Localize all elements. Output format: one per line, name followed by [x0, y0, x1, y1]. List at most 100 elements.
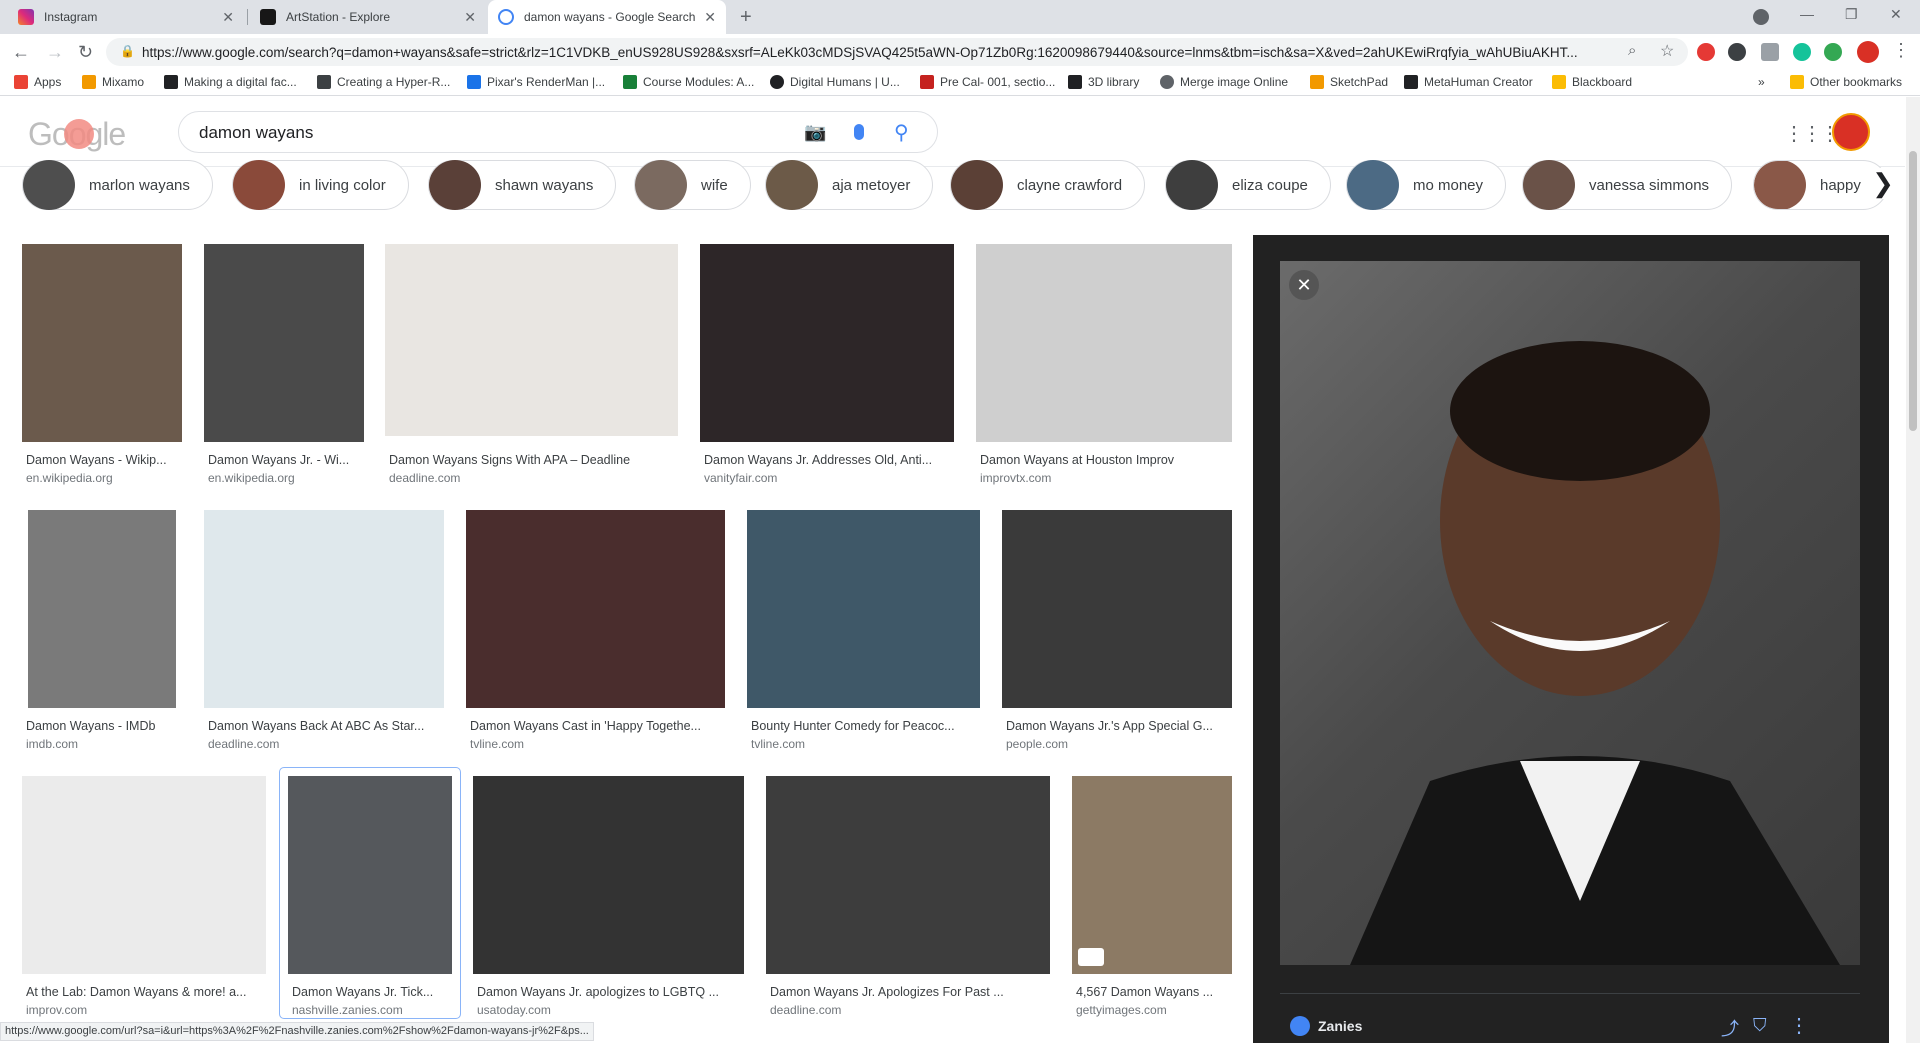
- result-card[interactable]: At the Lab: Damon Wayans & more! a... im…: [22, 776, 266, 1017]
- microphone-icon[interactable]: [854, 124, 864, 140]
- bookmark-sketchpad[interactable]: SketchPad: [1310, 75, 1388, 89]
- result-card[interactable]: Damon Wayans Jr.'s App Special G... peop…: [1002, 510, 1232, 751]
- search-icon[interactable]: ⚲: [894, 120, 909, 145]
- result-image[interactable]: [466, 510, 725, 708]
- result-title[interactable]: 4,567 Damon Wayans ...: [1076, 985, 1232, 999]
- chip-vanessa-simmons[interactable]: vanessa simmons: [1522, 160, 1733, 210]
- result-image[interactable]: [747, 510, 980, 708]
- result-image[interactable]: [766, 776, 1050, 974]
- tab-search-icon[interactable]: [1753, 9, 1769, 25]
- address-bar[interactable]: 🔒 https://www.google.com/search?q=damon+…: [106, 38, 1688, 66]
- result-card[interactable]: Damon Wayans Jr. Apologizes For Past ...…: [766, 776, 1050, 1017]
- result-title[interactable]: Damon Wayans Jr. Tick...: [292, 985, 452, 999]
- new-tab-icon[interactable]: +: [740, 6, 752, 29]
- close-tab-icon[interactable]: ✕: [704, 9, 716, 26]
- result-card[interactable]: Damon Wayans - IMDb imdb.com: [26, 510, 183, 751]
- result-image[interactable]: [204, 510, 444, 708]
- result-card[interactable]: Damon Wayans Signs With APA – Deadline d…: [385, 244, 679, 485]
- result-card[interactable]: Damon Wayans - Wikip... en.wikipedia.org: [22, 244, 182, 485]
- result-image[interactable]: [204, 244, 364, 442]
- result-image[interactable]: [473, 776, 744, 974]
- preview-image[interactable]: [1280, 261, 1860, 965]
- result-image[interactable]: [976, 244, 1232, 442]
- bookmark-3d-library[interactable]: 3D library: [1068, 75, 1139, 89]
- close-tab-icon[interactable]: ✕: [464, 9, 476, 26]
- camera-icon[interactable]: 📷: [804, 122, 826, 143]
- result-card[interactable]: Damon Wayans at Houston Improv improvtx.…: [976, 244, 1232, 485]
- profile-avatar[interactable]: [1857, 41, 1879, 63]
- result-image[interactable]: [22, 776, 266, 974]
- preview-source[interactable]: Zanies: [1280, 1011, 1362, 1041]
- grammarly-icon[interactable]: [1793, 43, 1811, 61]
- bookmark-digital-humans[interactable]: Digital Humans | U...: [770, 75, 900, 89]
- bookmark-star-icon[interactable]: ☆: [1660, 41, 1674, 61]
- bookmark-course-modules[interactable]: Course Modules: A...: [623, 75, 754, 89]
- result-title[interactable]: Damon Wayans Cast in 'Happy Togethe...: [470, 719, 725, 733]
- restore-icon[interactable]: ❐: [1845, 6, 1858, 23]
- search-input[interactable]: damon wayans: [199, 123, 313, 143]
- scrollbar-thumb[interactable]: [1909, 151, 1917, 431]
- chip-mo-money[interactable]: mo money: [1346, 160, 1507, 210]
- close-preview-icon[interactable]: ✕: [1289, 270, 1319, 300]
- result-image[interactable]: [28, 510, 176, 708]
- back-icon[interactable]: ←: [12, 42, 30, 63]
- apps-grid-icon[interactable]: ⋮⋮⋮: [1784, 121, 1840, 146]
- result-image[interactable]: [700, 244, 954, 442]
- chevron-right-icon[interactable]: ❯: [1868, 168, 1898, 199]
- result-title[interactable]: Damon Wayans Back At ABC As Star...: [208, 719, 444, 733]
- share-icon[interactable]: ⤴: [1721, 1015, 1739, 1041]
- result-image[interactable]: [1072, 776, 1232, 974]
- forward-icon[interactable]: →: [46, 42, 64, 63]
- result-card-selected[interactable]: Damon Wayans Jr. Tick... nashville.zanie…: [279, 767, 461, 1019]
- bookmark-mixamo[interactable]: Mixamo: [82, 75, 144, 89]
- tab-instagram[interactable]: Instagram ✕: [8, 0, 244, 34]
- other-bookmarks[interactable]: Other bookmarks: [1790, 75, 1902, 89]
- bookmarks-overflow[interactable]: »: [1758, 75, 1765, 89]
- result-title[interactable]: Damon Wayans Jr. apologizes to LGBTQ ...: [477, 985, 745, 999]
- save-icon[interactable]: ⛉: [1753, 1015, 1767, 1036]
- result-image[interactable]: [288, 776, 452, 974]
- result-card[interactable]: Damon Wayans Back At ABC As Star... dead…: [204, 510, 444, 751]
- result-image[interactable]: [22, 244, 182, 442]
- extension-icon[interactable]: [1728, 43, 1746, 61]
- bookmark-digital-face[interactable]: Making a digital fac...: [164, 75, 297, 89]
- opera-extension-icon[interactable]: [1697, 43, 1715, 61]
- minimize-icon[interactable]: —: [1800, 6, 1814, 22]
- more-options-icon[interactable]: ⋮: [1789, 1013, 1809, 1038]
- result-card[interactable]: Damon Wayans Jr. Addresses Old, Anti... …: [700, 244, 954, 485]
- zoom-icon[interactable]: ⌕: [1628, 42, 1636, 59]
- result-title[interactable]: Damon Wayans Jr. - Wi...: [208, 453, 363, 467]
- tab-google-search[interactable]: damon wayans - Google Search ✕: [488, 0, 726, 34]
- bookmark-merge-image[interactable]: Merge image Online: [1160, 75, 1288, 89]
- result-title[interactable]: Bounty Hunter Comedy for Peacoc...: [751, 719, 981, 733]
- extension-icon[interactable]: [1824, 43, 1842, 61]
- close-tab-icon[interactable]: ✕: [222, 9, 234, 26]
- bookmark-precal[interactable]: Pre Cal- 001, sectio...: [920, 75, 1055, 89]
- result-title[interactable]: Damon Wayans - IMDb: [26, 719, 176, 733]
- result-image[interactable]: [385, 244, 678, 436]
- account-avatar[interactable]: [1832, 113, 1870, 151]
- chip-shawn-wayans[interactable]: shawn wayans: [428, 160, 617, 210]
- chip-eliza-coupe[interactable]: eliza coupe: [1165, 160, 1331, 210]
- url-text[interactable]: https://www.google.com/search?q=damon+wa…: [142, 45, 1612, 60]
- bookmark-metahuman[interactable]: MetaHuman Creator: [1404, 75, 1533, 89]
- bookmark-hyper-realistic[interactable]: Creating a Hyper-R...: [317, 75, 450, 89]
- bookmark-apps[interactable]: Apps: [14, 75, 61, 89]
- chip-marlon-wayans[interactable]: marlon wayans: [22, 160, 213, 210]
- result-title[interactable]: Damon Wayans Jr.'s App Special G...: [1006, 719, 1232, 733]
- search-box[interactable]: damon wayans 📷 ⚲: [178, 111, 938, 153]
- close-window-icon[interactable]: ✕: [1890, 6, 1902, 23]
- chip-in-living-color[interactable]: in living color: [232, 160, 409, 210]
- bookmark-blackboard[interactable]: Blackboard: [1552, 75, 1632, 89]
- reload-icon[interactable]: ↻: [78, 42, 93, 63]
- result-image[interactable]: [1002, 510, 1232, 708]
- tab-artstation[interactable]: ArtStation - Explore ✕: [250, 0, 486, 34]
- menu-kebab-icon[interactable]: ⋮: [1892, 40, 1910, 61]
- result-card[interactable]: Damon Wayans Jr. apologizes to LGBTQ ...…: [473, 776, 745, 1017]
- result-title[interactable]: Damon Wayans Jr. Apologizes For Past ...: [770, 985, 1050, 999]
- result-card[interactable]: 4,567 Damon Wayans ... gettyimages.com: [1072, 776, 1232, 1017]
- result-title[interactable]: Damon Wayans Signs With APA – Deadline: [389, 453, 679, 467]
- result-title[interactable]: Damon Wayans at Houston Improv: [980, 453, 1230, 467]
- chip-wife[interactable]: wife: [634, 160, 751, 210]
- page-scrollbar[interactable]: [1906, 97, 1920, 1043]
